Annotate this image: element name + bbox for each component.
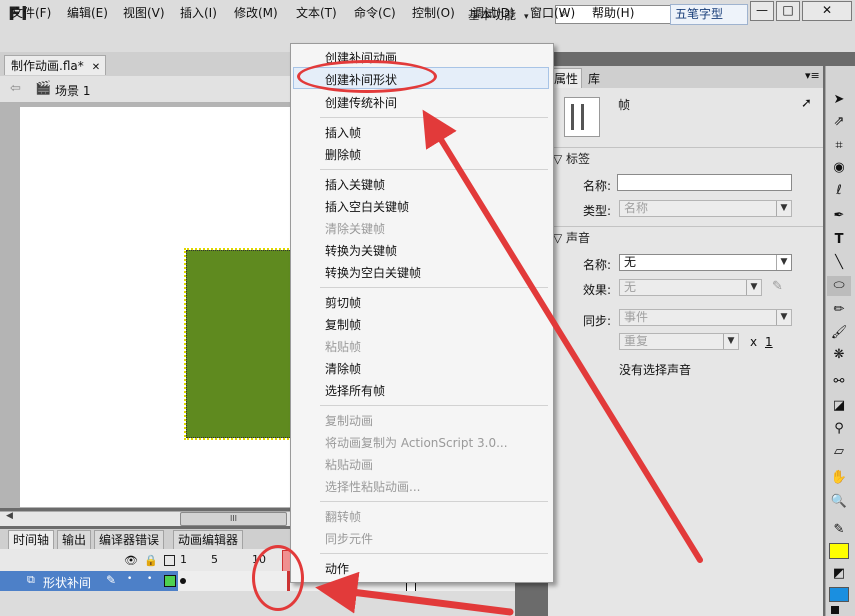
annotation-arrow-up: [422, 109, 703, 563]
annotation-arrows: [315, 109, 703, 616]
annotation-arrow-left: [315, 571, 514, 616]
